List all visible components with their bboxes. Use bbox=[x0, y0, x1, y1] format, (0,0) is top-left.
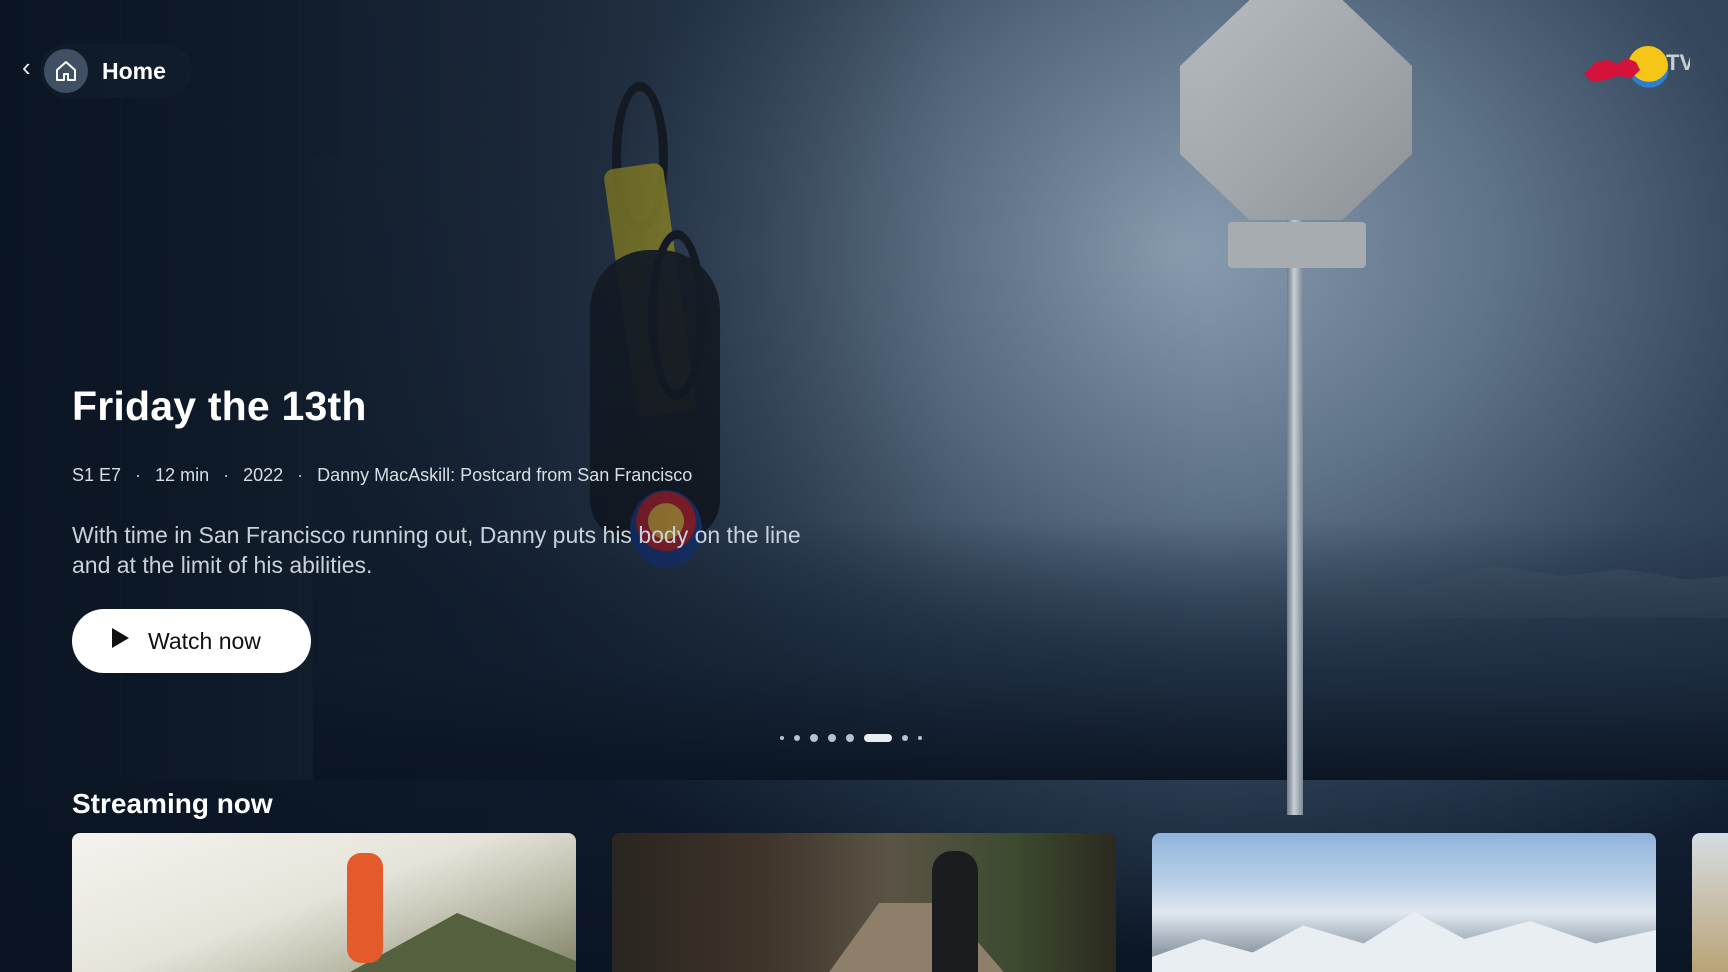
hero-title: Friday the 13th bbox=[72, 383, 367, 429]
home-nav-button[interactable]: Home bbox=[40, 44, 192, 98]
red-bull-tv-logo: TV bbox=[1578, 44, 1694, 94]
chevron-left-icon[interactable]: ‹ bbox=[22, 52, 31, 83]
year-label: 2022 bbox=[243, 465, 284, 485]
trail-runner-card[interactable] bbox=[72, 833, 576, 972]
series-label: Danny MacAskill: Postcard from San Franc… bbox=[317, 465, 693, 485]
watch-now-label: Watch now bbox=[148, 627, 261, 654]
duration-label: 12 min bbox=[155, 465, 210, 485]
downhill-mtb-card[interactable] bbox=[612, 833, 1116, 972]
svg-text:TV: TV bbox=[1666, 50, 1690, 75]
episode-label: S1 E7 bbox=[72, 465, 122, 485]
hero-meta: S1 E7 · 12 min · 2022 · Danny MacAskill:… bbox=[72, 465, 692, 486]
meta-separator: · bbox=[135, 465, 142, 485]
text-readability-gradient bbox=[0, 0, 1728, 972]
snowy-peaks bbox=[1152, 912, 1656, 972]
home-icon bbox=[44, 49, 88, 93]
carousel-indicator bbox=[780, 732, 922, 744]
streaming-now-row bbox=[72, 833, 1728, 972]
meta-separator: · bbox=[223, 465, 230, 485]
watch-now-button[interactable]: Watch now bbox=[72, 609, 311, 673]
streaming-now-heading: Streaming now bbox=[72, 788, 273, 819]
meta-separator: · bbox=[297, 465, 304, 485]
carousel-dot[interactable] bbox=[810, 734, 818, 742]
play-icon bbox=[110, 627, 130, 655]
mountain-aerial-card[interactable] bbox=[1152, 833, 1656, 972]
desert-card-partial[interactable] bbox=[1692, 833, 1728, 972]
carousel-dot[interactable] bbox=[780, 736, 784, 740]
runner-figure bbox=[347, 853, 383, 963]
carousel-dot[interactable] bbox=[918, 736, 922, 740]
home-label: Home bbox=[102, 57, 166, 84]
hero-screen: ‹ Home TV Friday the 13th S1 E7 · 12 min… bbox=[0, 0, 1728, 972]
rider-figure bbox=[932, 851, 978, 972]
hero-description: With time in San Francisco running out, … bbox=[72, 522, 801, 578]
dirt-track bbox=[814, 903, 1022, 972]
carousel-dot-active[interactable] bbox=[864, 734, 892, 742]
carousel-dot[interactable] bbox=[902, 735, 908, 741]
carousel-dot[interactable] bbox=[846, 734, 854, 742]
carousel-dot[interactable] bbox=[828, 734, 836, 742]
carousel-dot[interactable] bbox=[794, 735, 800, 741]
